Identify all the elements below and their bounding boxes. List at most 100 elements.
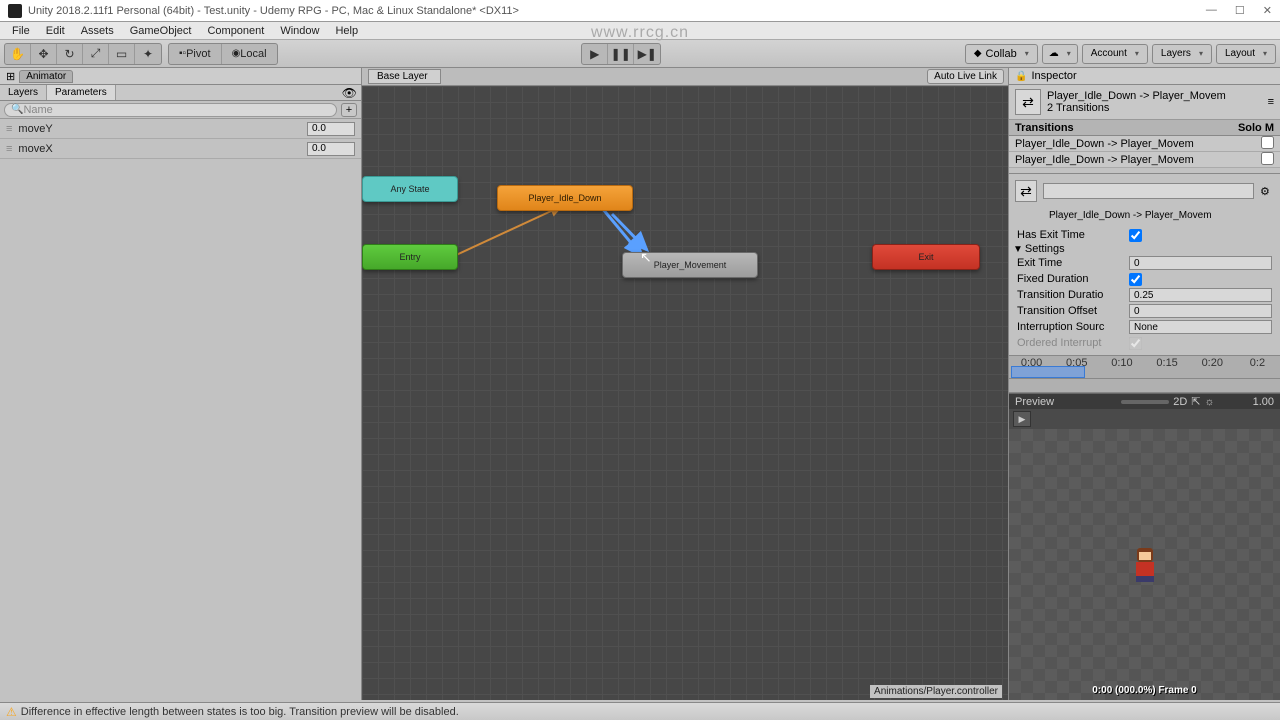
transition-name-input[interactable] [1043,183,1254,199]
statusbar-message: Difference in effective length between s… [21,706,459,718]
close-button[interactable]: ✕ [1263,4,1272,17]
settings-foldout[interactable]: ▼ Settings [1009,243,1280,255]
asset-path: Animations/Player.controller [870,685,1002,698]
menu-window[interactable]: Window [274,25,325,37]
has-exit-time-checkbox[interactable] [1129,229,1142,242]
breadcrumb: Base Layer Auto Live Link [362,68,1008,86]
animator-panel: ⊞ Animator Layers Parameters 👁 🔍 Name + … [0,68,362,700]
timeline-range[interactable] [1011,366,1085,378]
transform-tool[interactable]: ✦ [135,44,161,64]
preview-pivot-icon[interactable]: ⇱ [1191,395,1200,408]
maximize-button[interactable]: ☐ [1235,4,1245,17]
drag-handle-icon[interactable]: ≡ [6,123,12,135]
preview-play-button[interactable]: ▶ [1013,411,1031,427]
menu-edit[interactable]: Edit [40,25,71,37]
preview-header: Preview 2D ⇱ ☼ 1.00 [1009,393,1280,409]
auto-live-link-toggle[interactable]: Auto Live Link [927,69,1004,84]
timeline-scroll[interactable] [1009,379,1280,393]
play-button[interactable]: ▶ [582,44,608,64]
transition-name-field-row: ⇄ ⚙ [1015,180,1274,202]
step-button[interactable]: ▶❚ [634,44,660,64]
node-any-state[interactable]: Any State [362,176,458,202]
cursor-icon: ↖ [640,249,652,266]
preview-2d-toggle[interactable]: 2D [1173,396,1187,408]
drag-handle-icon[interactable]: ≡ [6,143,12,155]
transition-duration-row: Transition Duratio [1009,287,1280,303]
scale-tool[interactable]: ⤢ [83,44,109,64]
preview-light-icon[interactable]: ☼ [1204,396,1214,408]
transition-duration-input[interactable] [1129,288,1272,302]
local-toggle[interactable]: ◉ Local [222,44,277,64]
node-entry[interactable]: Entry [362,244,458,270]
add-parameter-button[interactable]: + [341,103,357,117]
preview-viewport[interactable]: 0:00 (000.0%) Frame 0 [1009,429,1280,700]
transition-header: ⇄ Player_Idle_Down -> Player_Movem 2 Tra… [1009,85,1280,120]
cloud-button[interactable]: ☁ [1042,44,1078,64]
inspector-tab-row: 🔒 Inspector [1009,68,1280,85]
pivot-group: ▪▫ Pivot ◉ Local [168,43,278,65]
menubar: File Edit Assets GameObject Component Wi… [0,22,1280,40]
transition-offset-input[interactable] [1129,304,1272,318]
inspector-tab[interactable]: Inspector [1031,70,1076,82]
transition-icon: ⇄ [1015,180,1037,202]
param-value-input[interactable] [307,142,355,156]
param-value-input[interactable] [307,122,355,136]
transition-icon: ⇄ [1015,89,1041,115]
titlebar: Unity 2018.2.11f1 Personal (64bit) - Tes… [0,0,1280,22]
move-tool[interactable]: ✥ [31,44,57,64]
menu-assets[interactable]: Assets [75,25,120,37]
exit-time-input[interactable] [1129,256,1272,270]
node-exit[interactable]: Exit [872,244,980,270]
preview-status: 0:00 (000.0%) Frame 0 [1009,685,1280,696]
animator-tab[interactable]: Animator [19,70,73,83]
unity-icon [8,4,22,18]
play-controls: ▶ ❚❚ ▶❚ [581,43,661,65]
warning-icon: ⚠ [6,705,17,719]
transition-timeline[interactable]: 0:000:050:100:150:200:2 [1009,355,1280,379]
node-idle-down[interactable]: Player_Idle_Down [497,185,633,211]
exit-time-row: Exit Time [1009,255,1280,271]
lock-icon[interactable]: 🔒 [1015,71,1027,82]
hand-tool[interactable]: ✋ [5,44,31,64]
settings-menu-icon[interactable]: ≡ [1268,96,1274,108]
inspector-panel: 🔒 Inspector ⇄ Player_Idle_Down -> Player… [1008,68,1280,700]
solo-checkbox[interactable] [1261,152,1274,165]
minimize-button[interactable]: — [1206,4,1217,17]
transition-list-item[interactable]: Player_Idle_Down -> Player_Movem [1009,136,1280,152]
rect-tool[interactable]: ▭ [109,44,135,64]
param-name: moveX [18,143,307,155]
animator-graph[interactable]: Any State Player_Idle_Down Entry Player_… [362,86,1008,700]
param-search-input[interactable]: 🔍 Name [4,103,337,117]
pivot-toggle[interactable]: ▪▫ Pivot [169,44,222,64]
account-dropdown[interactable]: Account [1082,44,1148,64]
transition-list-item[interactable]: Player_Idle_Down -> Player_Movem [1009,152,1280,168]
param-row-movex[interactable]: ≡ moveX [0,139,361,159]
transitions-header: Transitions Solo M [1009,120,1280,136]
breadcrumb-item[interactable]: Base Layer [368,69,441,84]
pause-button[interactable]: ❚❚ [608,44,634,64]
has-exit-time-row: Has Exit Time [1009,227,1280,243]
transition-title: Player_Idle_Down -> Player_Movem 2 Trans… [1047,90,1262,114]
param-name: moveY [18,123,307,135]
solo-checkbox[interactable] [1261,136,1274,149]
transition-name-label: Player_Idle_Down -> Player_Movem [1009,208,1280,227]
window-controls: — ☐ ✕ [1206,4,1272,17]
rotate-tool[interactable]: ↻ [57,44,83,64]
menu-gameobject[interactable]: GameObject [124,25,198,37]
preview-slider[interactable] [1121,400,1169,404]
menu-file[interactable]: File [6,25,36,37]
layers-dropdown[interactable]: Layers [1152,44,1212,64]
menu-help[interactable]: Help [329,25,364,37]
menu-component[interactable]: Component [201,25,270,37]
interruption-source-row: Interruption Sourc [1009,319,1280,335]
transition-offset-row: Transition Offset [1009,303,1280,319]
gear-icon[interactable]: ⚙ [1260,185,1274,198]
parameters-subtab[interactable]: Parameters [47,85,116,100]
fixed-duration-checkbox[interactable] [1129,273,1142,286]
layout-dropdown[interactable]: Layout [1216,44,1276,64]
interruption-source-select[interactable] [1129,320,1272,334]
param-row-movey[interactable]: ≡ moveY [0,119,361,139]
layers-subtab[interactable]: Layers [0,85,47,100]
visibility-icon[interactable]: 👁 [342,86,357,100]
collab-dropdown[interactable]: ◆ Collab [965,44,1038,64]
